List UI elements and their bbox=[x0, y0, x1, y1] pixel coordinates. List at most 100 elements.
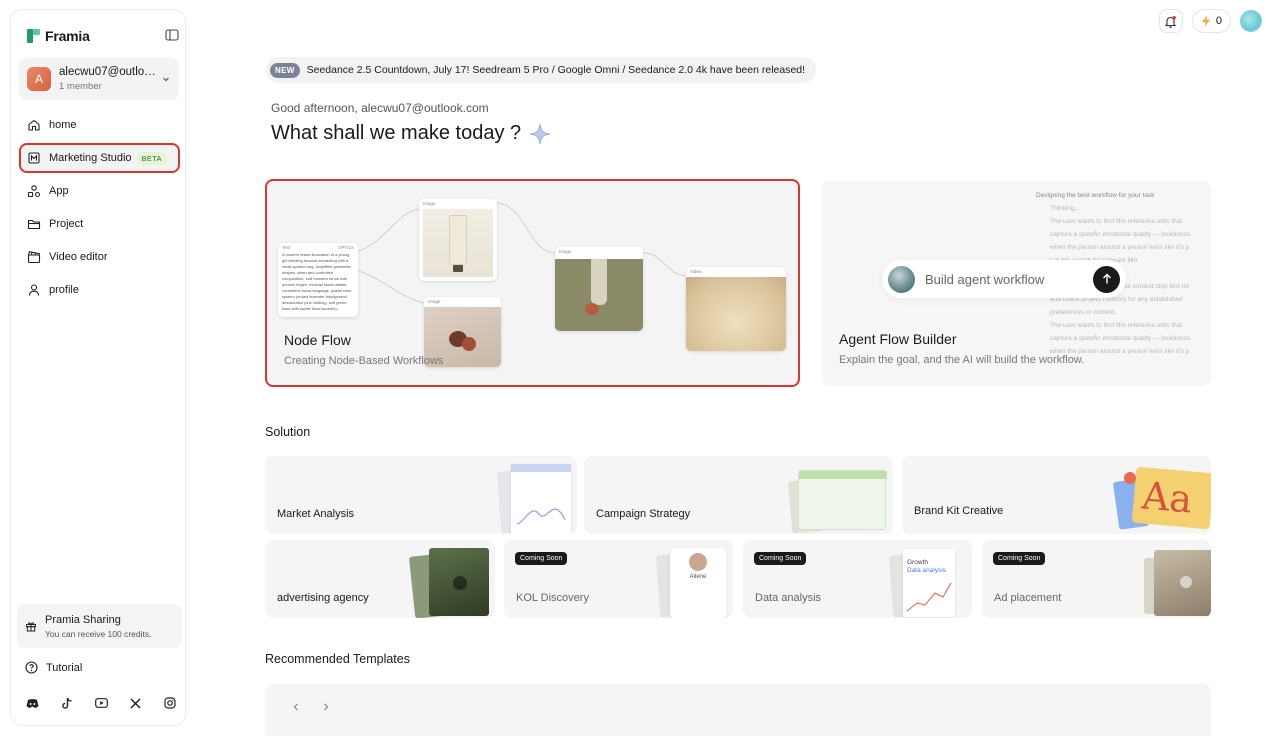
templates-title: Recommended Templates bbox=[265, 652, 410, 666]
sidebar-item-marketing-studio[interactable]: Marketing Studio BETA bbox=[19, 143, 180, 173]
table-sheet-art bbox=[798, 470, 887, 530]
credits-button[interactable]: 0 bbox=[1191, 9, 1231, 33]
data-sheet-title1: Growth bbox=[907, 559, 928, 566]
data-sheet-title2: Data analysis bbox=[907, 567, 947, 574]
send-button[interactable] bbox=[1093, 265, 1120, 293]
solution-ad-placement[interactable]: Coming Soon Ad placement bbox=[982, 540, 1211, 618]
tutorial-link[interactable]: Tutorial bbox=[25, 661, 82, 674]
sidebar-item-label: Video editor bbox=[49, 251, 108, 263]
notifications-button[interactable] bbox=[1158, 9, 1183, 33]
tiktok-icon[interactable] bbox=[60, 696, 74, 710]
help-icon bbox=[25, 661, 38, 674]
account-avatar: A bbox=[27, 67, 51, 91]
instagram-icon[interactable] bbox=[163, 696, 177, 710]
beta-badge: BETA bbox=[137, 151, 166, 165]
account-members: 1 member bbox=[59, 81, 102, 92]
x-icon[interactable] bbox=[129, 696, 143, 710]
solution-kol-discovery[interactable]: Coming Soon Aliene KOL Discovery bbox=[504, 540, 733, 618]
agent-log-line: capture a specific emotional quality — l… bbox=[1050, 335, 1191, 342]
social-links bbox=[25, 696, 177, 710]
app-name: Framia bbox=[45, 28, 90, 44]
node-flow-card[interactable]: Text OPTILS A modern brand illustration o… bbox=[265, 179, 800, 387]
templates-carousel bbox=[265, 684, 1211, 736]
solution-market-analysis[interactable]: Market Analysis bbox=[265, 456, 577, 534]
ad-photo-art bbox=[429, 548, 489, 616]
solution-data-analysis[interactable]: Coming Soon Growth Data analysis Data an… bbox=[743, 540, 972, 618]
sharing-card[interactable]: Pramia Sharing You can receive 100 credi… bbox=[17, 604, 182, 648]
image-node-3: Image bbox=[555, 247, 643, 331]
sparkle-icon bbox=[530, 123, 551, 144]
new-badge: NEW bbox=[270, 62, 300, 78]
announcement-bar[interactable]: NEW Seedance 2.5 Countdown, July 17! See… bbox=[266, 57, 817, 83]
solution-label: Brand Kit Creative bbox=[914, 505, 1004, 517]
solution-campaign-strategy[interactable]: Campaign Strategy bbox=[584, 456, 893, 534]
sidebar-item-project[interactable]: Project bbox=[19, 209, 180, 239]
sidebar-item-app[interactable]: App bbox=[19, 176, 180, 206]
node-flow-title: Node Flow bbox=[284, 332, 351, 348]
sidebar-item-label: App bbox=[49, 185, 69, 197]
solution-label: Data analysis bbox=[755, 592, 822, 604]
clapper-icon bbox=[27, 251, 41, 264]
sidebar-nav: home Marketing Studio BETA App Project V… bbox=[19, 110, 180, 308]
sidebar-item-video-editor[interactable]: Video editor bbox=[19, 242, 180, 272]
agent-workflow-input[interactable]: Build agent workflow bbox=[882, 260, 1126, 298]
agent-orb bbox=[888, 265, 915, 293]
agent-log-thinking: Thinking... bbox=[1050, 205, 1080, 212]
sharing-subtitle: You can receive 100 credits. bbox=[45, 628, 152, 639]
solution-brand-kit-creative[interactable]: Aa Brand Kit Creative bbox=[902, 456, 1211, 534]
product-hand-image bbox=[555, 259, 643, 331]
chevron-left-icon[interactable] bbox=[291, 702, 301, 712]
agent-log-lead: Designing the best workflow for your tas… bbox=[1036, 192, 1155, 199]
agent-input-placeholder: Build agent workflow bbox=[925, 271, 1045, 287]
agent-log-line: The user wants to find film reference st… bbox=[1050, 218, 1183, 225]
logo[interactable]: Framia bbox=[27, 26, 179, 46]
data-sheet-art: Growth Data analysis bbox=[903, 549, 955, 617]
page-title: What shall we make today ? bbox=[271, 122, 551, 145]
agent-flow-card[interactable]: Designing the best workflow for your tas… bbox=[822, 181, 1211, 386]
sidebar-item-home[interactable]: home bbox=[19, 110, 180, 140]
image-node-1: Image bbox=[419, 199, 497, 281]
brand-kit-art-text: Aa bbox=[1140, 473, 1194, 522]
coming-soon-badge: Coming Soon bbox=[754, 552, 807, 565]
home-icon bbox=[28, 119, 40, 131]
text-node-header: Text bbox=[282, 245, 291, 250]
profile-card-art: Aliene bbox=[670, 548, 726, 618]
node-flow-subtitle: Creating Node-Based Workflows bbox=[284, 355, 444, 367]
solution-label: Campaign Strategy bbox=[596, 508, 691, 520]
bell-icon bbox=[1165, 15, 1177, 28]
sidebar-item-label: Marketing Studio bbox=[49, 152, 132, 164]
chevron-down-icon bbox=[163, 77, 169, 82]
account-switcher[interactable]: A alecwu07@outloo... 1 member bbox=[19, 58, 179, 100]
youtube-icon[interactable] bbox=[94, 696, 108, 710]
logo-mark-icon bbox=[27, 28, 41, 44]
sidebar: Framia A alecwu07@outloo... 1 member hom… bbox=[10, 9, 186, 726]
text-node: Text OPTILS A modern brand illustration o… bbox=[278, 243, 358, 317]
brand-dot-art bbox=[1124, 472, 1136, 484]
gift-icon bbox=[26, 622, 36, 632]
brand-card-art: Aa bbox=[1131, 466, 1211, 530]
text-node-tag: OPTILS bbox=[337, 245, 354, 250]
arrow-up-icon bbox=[1102, 273, 1111, 284]
solution-label: Market Analysis bbox=[277, 508, 355, 520]
greeting: Good afternoon, alecwu07@outlook.com bbox=[271, 101, 489, 115]
chevron-right-icon[interactable] bbox=[321, 702, 331, 712]
discord-icon[interactable] bbox=[25, 696, 39, 710]
agent-log-line: The user wants to find film reference st… bbox=[1050, 322, 1183, 329]
image-node-2-header: Image bbox=[428, 299, 441, 304]
solution-label: advertising agency bbox=[277, 592, 369, 604]
solution-advertising-agency[interactable]: advertising agency bbox=[265, 540, 495, 618]
chart-sheet-art bbox=[511, 464, 571, 534]
sidebar-item-profile[interactable]: profile bbox=[19, 275, 180, 305]
sidebar-toggle-icon[interactable] bbox=[165, 28, 179, 42]
user-icon bbox=[28, 284, 40, 296]
solution-label: Ad placement bbox=[994, 592, 1062, 604]
account-email: alecwu07@outloo... bbox=[59, 66, 157, 78]
solution-label: KOL Discovery bbox=[516, 592, 589, 604]
product-tube-image bbox=[423, 209, 493, 277]
tutorial-label: Tutorial bbox=[46, 661, 83, 674]
user-avatar[interactable] bbox=[1240, 10, 1262, 32]
sidebar-item-label: home bbox=[49, 119, 77, 131]
credits-count: 0 bbox=[1215, 15, 1222, 27]
image-node-3-header: Image bbox=[559, 249, 572, 254]
top-actions: 0 bbox=[1158, 9, 1262, 33]
